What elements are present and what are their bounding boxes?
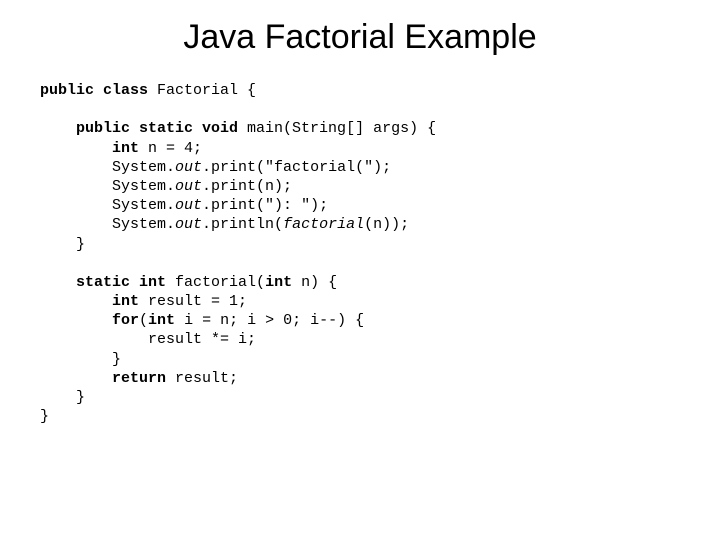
- code-text: }: [40, 408, 49, 425]
- code-text: .print("): ");: [202, 197, 328, 214]
- code-text: System.: [112, 159, 175, 176]
- code-text: (n));: [364, 216, 409, 233]
- kw-return: return: [112, 370, 175, 387]
- code-text: Factorial {: [157, 82, 256, 99]
- call-factorial: factorial: [283, 216, 364, 233]
- kw-int: int: [112, 293, 148, 310]
- kw-for: for: [112, 312, 139, 329]
- kw-public-class: public class: [40, 82, 157, 99]
- code-text: .println(: [202, 216, 283, 233]
- code-text: }: [76, 236, 85, 253]
- code-text: main(String[] args) {: [247, 120, 436, 137]
- field-out: out: [175, 159, 202, 176]
- code-text: System.: [112, 178, 175, 195]
- kw-int: int: [265, 274, 301, 291]
- field-out: out: [175, 216, 202, 233]
- code-text: System.: [112, 197, 175, 214]
- kw-int: int: [112, 140, 148, 157]
- code-text: result = 1;: [148, 293, 247, 310]
- code-text: factorial(: [175, 274, 265, 291]
- kw-int: int: [148, 312, 184, 329]
- code-text: result *= i;: [148, 331, 256, 348]
- code-text: }: [76, 389, 85, 406]
- code-block: public class Factorial { public static v…: [40, 81, 680, 426]
- kw-public-static-void: public static void: [76, 120, 247, 137]
- code-text: .print(n);: [202, 178, 292, 195]
- field-out: out: [175, 178, 202, 195]
- code-text: }: [112, 351, 121, 368]
- code-text: n) {: [301, 274, 337, 291]
- code-text: System.: [112, 216, 175, 233]
- code-text: (: [139, 312, 148, 329]
- kw-static-int: static int: [76, 274, 175, 291]
- code-text: result;: [175, 370, 238, 387]
- slide-title: Java Factorial Example: [40, 18, 680, 57]
- code-text: n = 4;: [148, 140, 202, 157]
- code-text: i = n; i > 0; i--) {: [184, 312, 364, 329]
- code-text: .print("factorial(");: [202, 159, 391, 176]
- field-out: out: [175, 197, 202, 214]
